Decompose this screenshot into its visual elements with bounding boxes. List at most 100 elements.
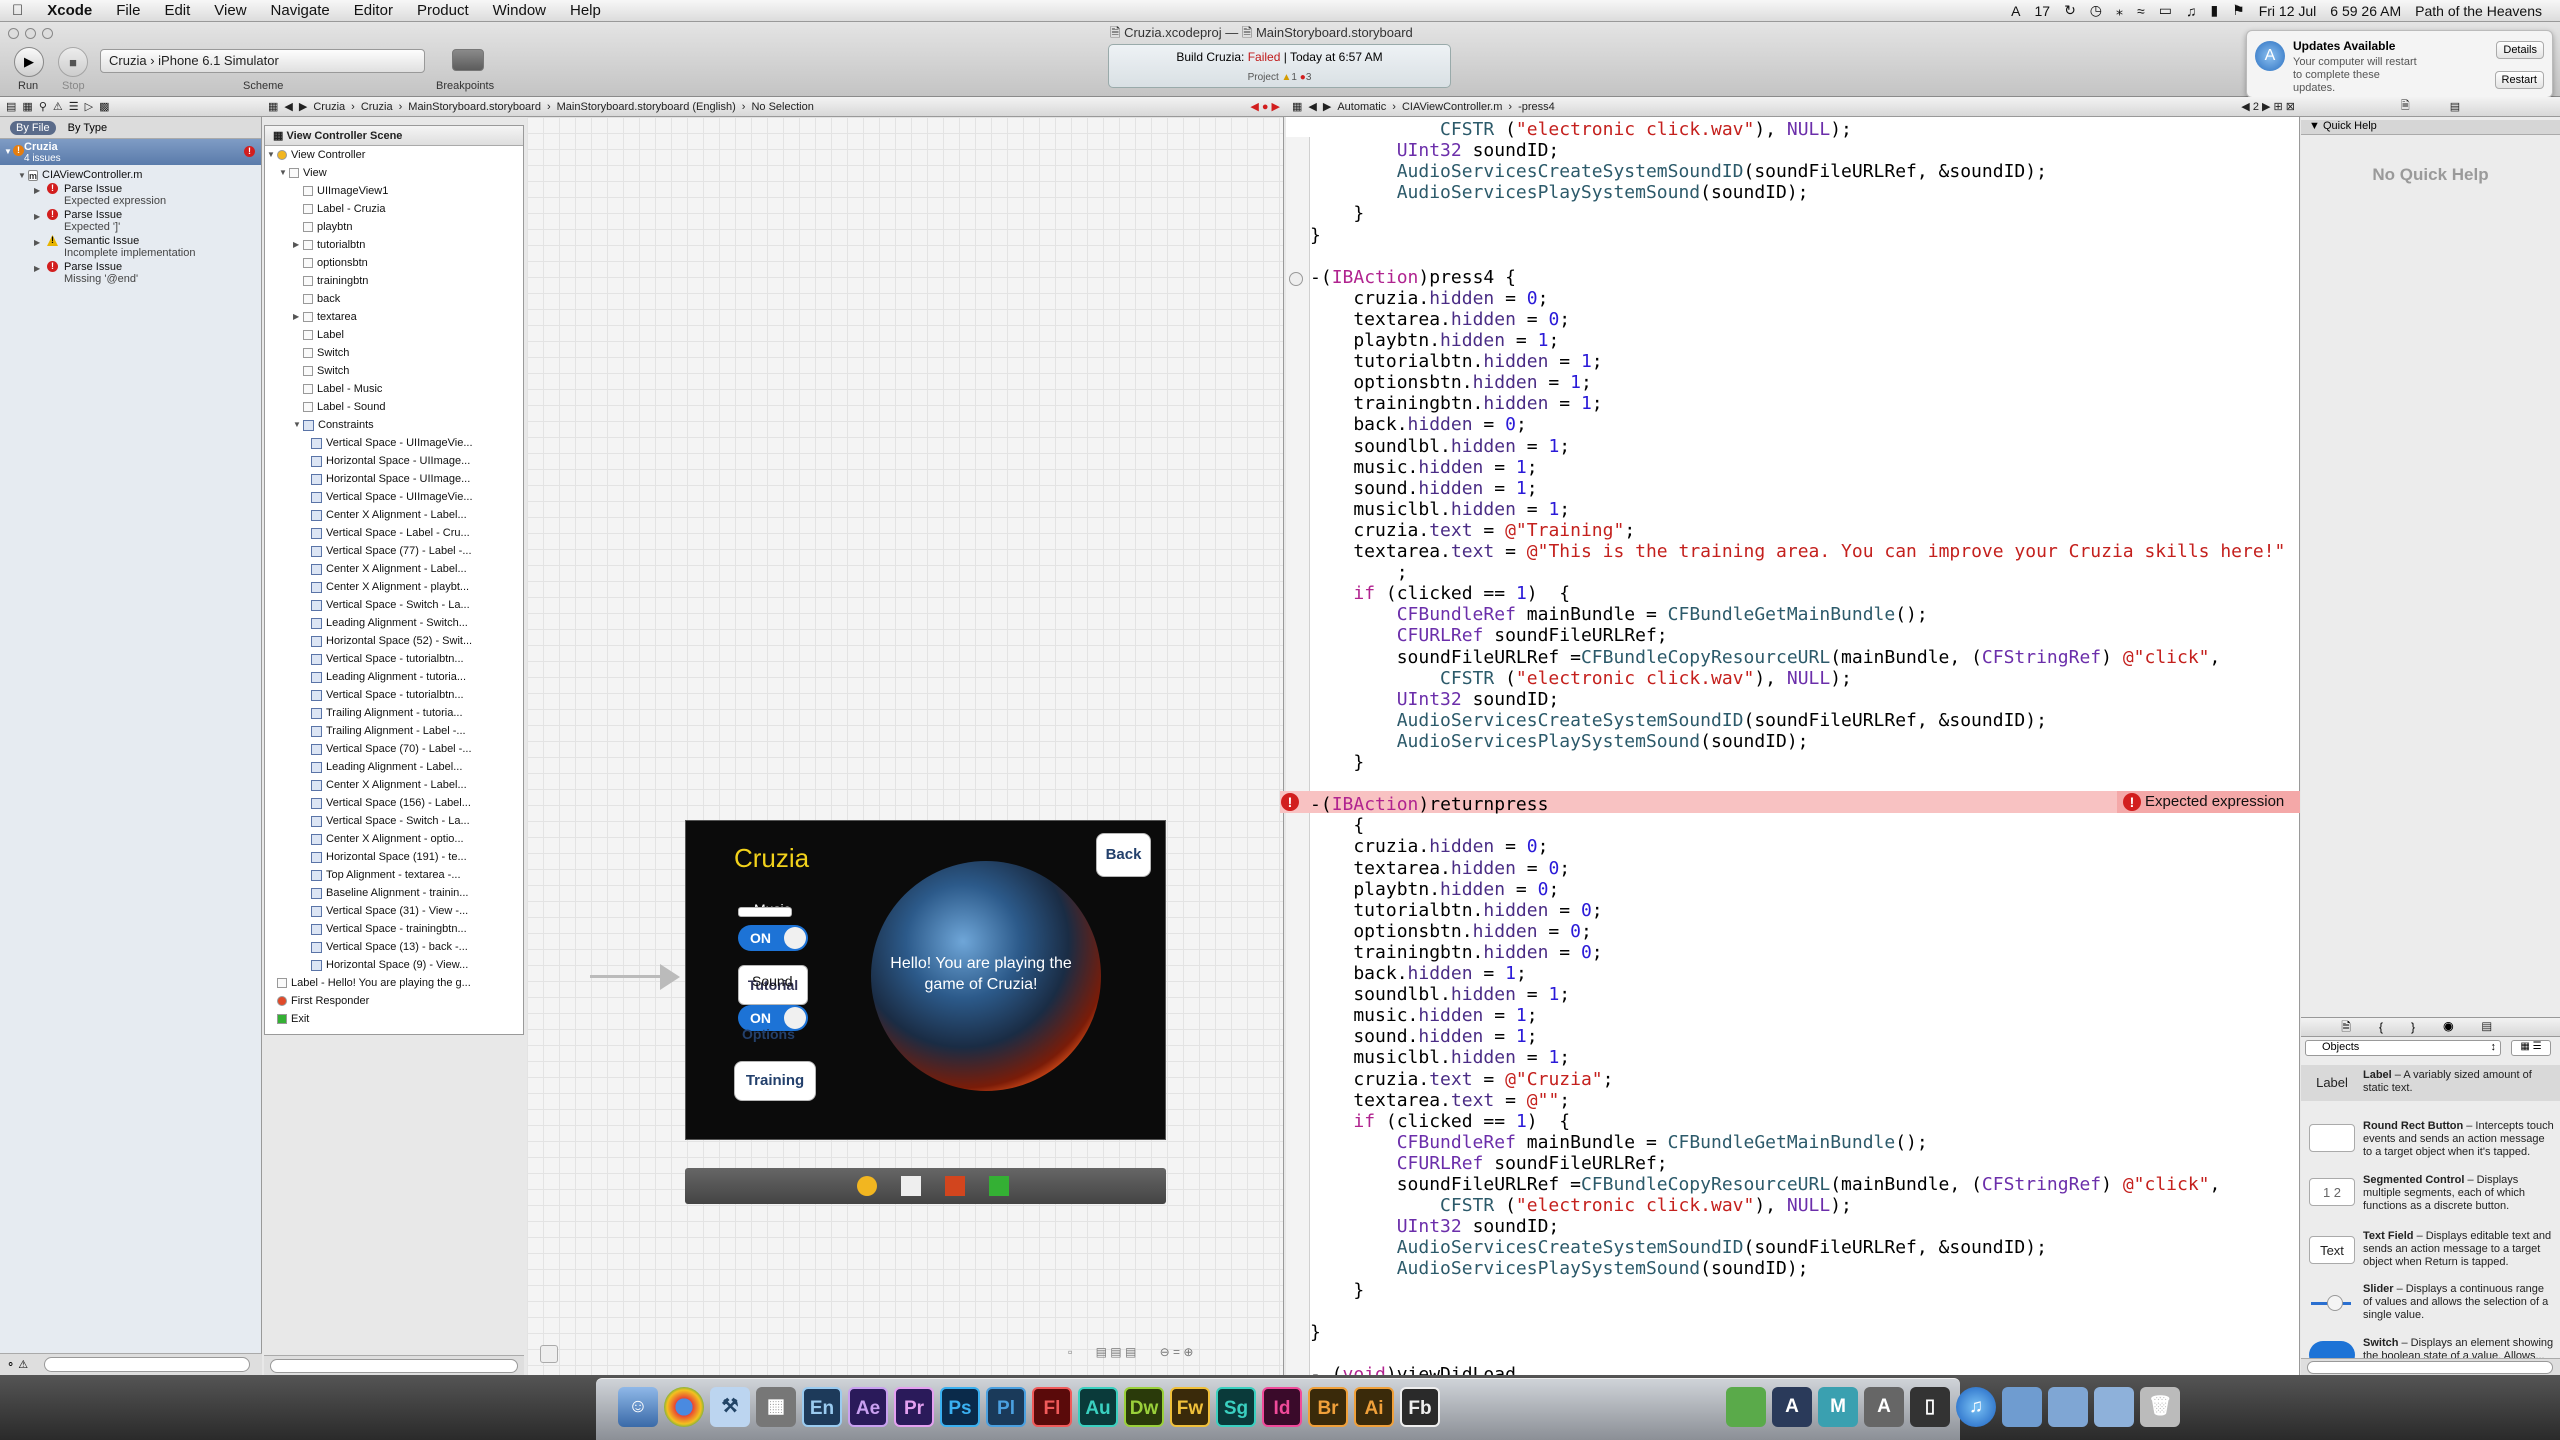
code-line[interactable]: UInt32 soundID; xyxy=(1310,689,1560,710)
breakpoint-navigator-icon[interactable]: ▷ xyxy=(85,100,93,113)
flag-icon[interactable]: ⚑ xyxy=(2232,2,2245,19)
assistant-counter[interactable]: ◀ 2 ▶ ⊞ ⊠ xyxy=(2241,100,2295,113)
dock-app-icon[interactable]: Au xyxy=(1078,1387,1118,1427)
outline-row[interactable]: ▼ Constraints xyxy=(265,416,523,434)
code-line[interactable]: soundlbl.hidden = 1; xyxy=(1310,436,1570,457)
outline-row[interactable]: Vertical Space (77) - Label -... xyxy=(265,542,523,560)
disclosure-triangle-icon[interactable]: ▼ xyxy=(18,171,26,180)
align-icon[interactable]: ▤ ▤ ▤ xyxy=(1096,1345,1137,1359)
debug-navigator-icon[interactable]: ☰ xyxy=(69,100,79,113)
code-line[interactable]: soundFileURLRef =CFBundleCopyResourceURL… xyxy=(1310,1174,2221,1195)
play-button[interactable] xyxy=(738,907,792,917)
outline-row[interactable]: Horizontal Space (52) - Swit... xyxy=(265,632,523,650)
dock-app-icon[interactable]: Dw xyxy=(1124,1387,1164,1427)
details-button[interactable]: Details xyxy=(2496,41,2544,59)
disclosure-triangle-icon[interactable]: ▼ xyxy=(4,147,12,156)
folder-icon[interactable] xyxy=(2048,1387,2088,1427)
jump-group[interactable]: Cruzia xyxy=(361,101,393,113)
back-arrow-icon[interactable]: ◀ xyxy=(1308,100,1316,113)
menu-edit[interactable]: Edit xyxy=(152,2,202,19)
outline-row[interactable]: Label - Sound xyxy=(265,398,523,416)
outline-toggle-button[interactable] xyxy=(540,1345,558,1363)
user-name[interactable]: Path of the Heavens xyxy=(2415,3,2542,19)
outline-filter-field[interactable] xyxy=(270,1359,518,1373)
forward-arrow-icon[interactable]: ▶ xyxy=(299,100,307,113)
code-line[interactable]: textarea.text = @"This is the training a… xyxy=(1310,541,2285,562)
clock-date[interactable]: Fri 12 Jul xyxy=(2259,3,2317,19)
code-line[interactable]: { xyxy=(1310,815,1364,836)
issue-item[interactable]: ▶ ! Parse Issue Missing '@end' xyxy=(0,261,261,285)
code-line[interactable]: UInt32 soundID; xyxy=(1310,1216,1560,1237)
outline-scene-header[interactable]: ▦ View Controller Scene xyxy=(265,126,523,146)
issue-filter-field[interactable] xyxy=(44,1357,250,1372)
outline-row[interactable]: Label - Music xyxy=(265,380,523,398)
jump-automatic[interactable]: Automatic xyxy=(1337,101,1386,113)
dock-app-icon[interactable]: Ai xyxy=(1354,1387,1394,1427)
outline-row[interactable]: Vertical Space - UIImageVie... xyxy=(265,434,523,452)
library-search-field[interactable] xyxy=(2307,1361,2553,1374)
code-line[interactable]: AudioServicesPlaySystemSound(soundID); xyxy=(1310,182,1809,203)
code-line[interactable]: AudioServicesPlaySystemSound(soundID); xyxy=(1310,1258,1809,1279)
code-line[interactable]: sound.hidden = 1; xyxy=(1310,478,1537,499)
clock-time[interactable]: 6 59 26 AM xyxy=(2330,3,2401,19)
back-arrow-icon[interactable]: ◀ xyxy=(284,100,292,113)
outline-row[interactable]: optionsbtn xyxy=(265,254,523,272)
related-items-icon[interactable]: ▦ xyxy=(268,100,278,113)
dock-app-icon[interactable]: Ae xyxy=(848,1387,888,1427)
outline-row[interactable]: UIImageView1 xyxy=(265,182,523,200)
code-line[interactable]: textarea.hidden = 0; xyxy=(1310,858,1570,879)
code-line[interactable]: AudioServicesCreateSystemSoundID(soundFi… xyxy=(1310,710,2047,731)
library-item[interactable]: Round Rect Button – Intercepts touch eve… xyxy=(2301,1118,2560,1166)
disclosure-triangle-icon[interactable]: ▼ xyxy=(279,164,287,182)
close-window-icon[interactable] xyxy=(8,28,19,39)
code-line[interactable]: -(IBAction)press4 { xyxy=(1310,267,1516,288)
outline-row[interactable]: Switch xyxy=(265,362,523,380)
volume-icon[interactable]: ♫ xyxy=(2186,3,2197,19)
outline-row[interactable]: Leading Alignment - Switch... xyxy=(265,614,523,632)
error-icon[interactable]: ! xyxy=(1281,793,1299,811)
code-line[interactable]: } xyxy=(1310,752,1364,773)
font-app-icon[interactable]: A xyxy=(1864,1387,1904,1427)
code-line[interactable]: textarea.text = @""; xyxy=(1310,1090,1570,1111)
outline-row[interactable]: ▼ View xyxy=(265,164,523,182)
stop-button[interactable]: ■ xyxy=(58,47,88,77)
zoom-controls-icon[interactable]: ⊖ = ⊕ xyxy=(1160,1345,1194,1359)
disclosure-triangle-icon[interactable]: ▼ xyxy=(293,416,301,434)
outline-row[interactable]: Vertical Space (156) - Label... xyxy=(265,794,523,812)
object-library-icon[interactable]: ◉ xyxy=(2443,1020,2482,1034)
library-view-toggle[interactable]: ▦ ☰ xyxy=(2511,1040,2551,1056)
disclosure-triangle-icon[interactable]: ▶ xyxy=(34,237,40,249)
breakpoints-button[interactable] xyxy=(452,49,484,71)
jump-selection[interactable]: No Selection xyxy=(751,101,813,113)
code-line[interactable]: CFSTR ("electronic click.wav"), NULL); xyxy=(1310,668,1852,689)
outline-row[interactable]: Vertical Space (70) - Label -... xyxy=(265,740,523,758)
menu-window[interactable]: Window xyxy=(481,2,558,19)
code-line[interactable]: if (clicked == 1) { xyxy=(1310,1111,1570,1132)
search-navigator-icon[interactable]: ⚲ xyxy=(39,100,47,113)
outline-row[interactable]: Vertical Space - Label - Cru... xyxy=(265,524,523,542)
outline-row[interactable]: First Responder xyxy=(265,992,523,1010)
outline-row[interactable]: ▶ tutorialbtn xyxy=(265,236,523,254)
code-line[interactable]: optionsbtn.hidden = 1; xyxy=(1310,372,1591,393)
folder-icon[interactable] xyxy=(2094,1387,2134,1427)
library-item[interactable]: Text Text Field – Displays editable text… xyxy=(2301,1230,2560,1278)
code-line[interactable]: CFBundleRef mainBundle = CFBundleGetMain… xyxy=(1310,604,1928,625)
menu-help[interactable]: Help xyxy=(558,2,613,19)
menu-editor[interactable]: Editor xyxy=(342,2,405,19)
xcode-icon[interactable]: ⚒ xyxy=(710,1387,750,1427)
disclosure-triangle-icon[interactable]: ▶ xyxy=(293,308,299,326)
apple-menu-icon[interactable]:  xyxy=(0,2,35,19)
outline-row[interactable]: Trailing Alignment - tutoria... xyxy=(265,704,523,722)
issue-file-row[interactable]: ▼ m CIAViewController.m xyxy=(0,165,261,181)
outline-row[interactable]: Center X Alignment - optio... xyxy=(265,830,523,848)
outline-row[interactable]: Horizontal Space - UIImage... xyxy=(265,470,523,488)
battery-icon[interactable]: ▮ xyxy=(2210,2,2218,19)
code-line[interactable]: CFSTR ("electronic click.wav"), NULL); xyxy=(1310,1195,1852,1216)
code-line[interactable]: AudioServicesCreateSystemSoundID(soundFi… xyxy=(1310,1237,2047,1258)
maya-icon[interactable]: M xyxy=(1818,1387,1858,1427)
code-line[interactable]: tutorialbtn.hidden = 0; xyxy=(1310,900,1602,921)
issue-item[interactable]: ▶ ! Parse Issue Expected expression xyxy=(0,183,261,207)
jump-file[interactable]: CIAViewController.m xyxy=(1402,101,1502,113)
bluetooth-icon[interactable]: ⁎ xyxy=(2116,2,2123,19)
iphone-config-icon[interactable]: ▯ xyxy=(1910,1387,1950,1427)
